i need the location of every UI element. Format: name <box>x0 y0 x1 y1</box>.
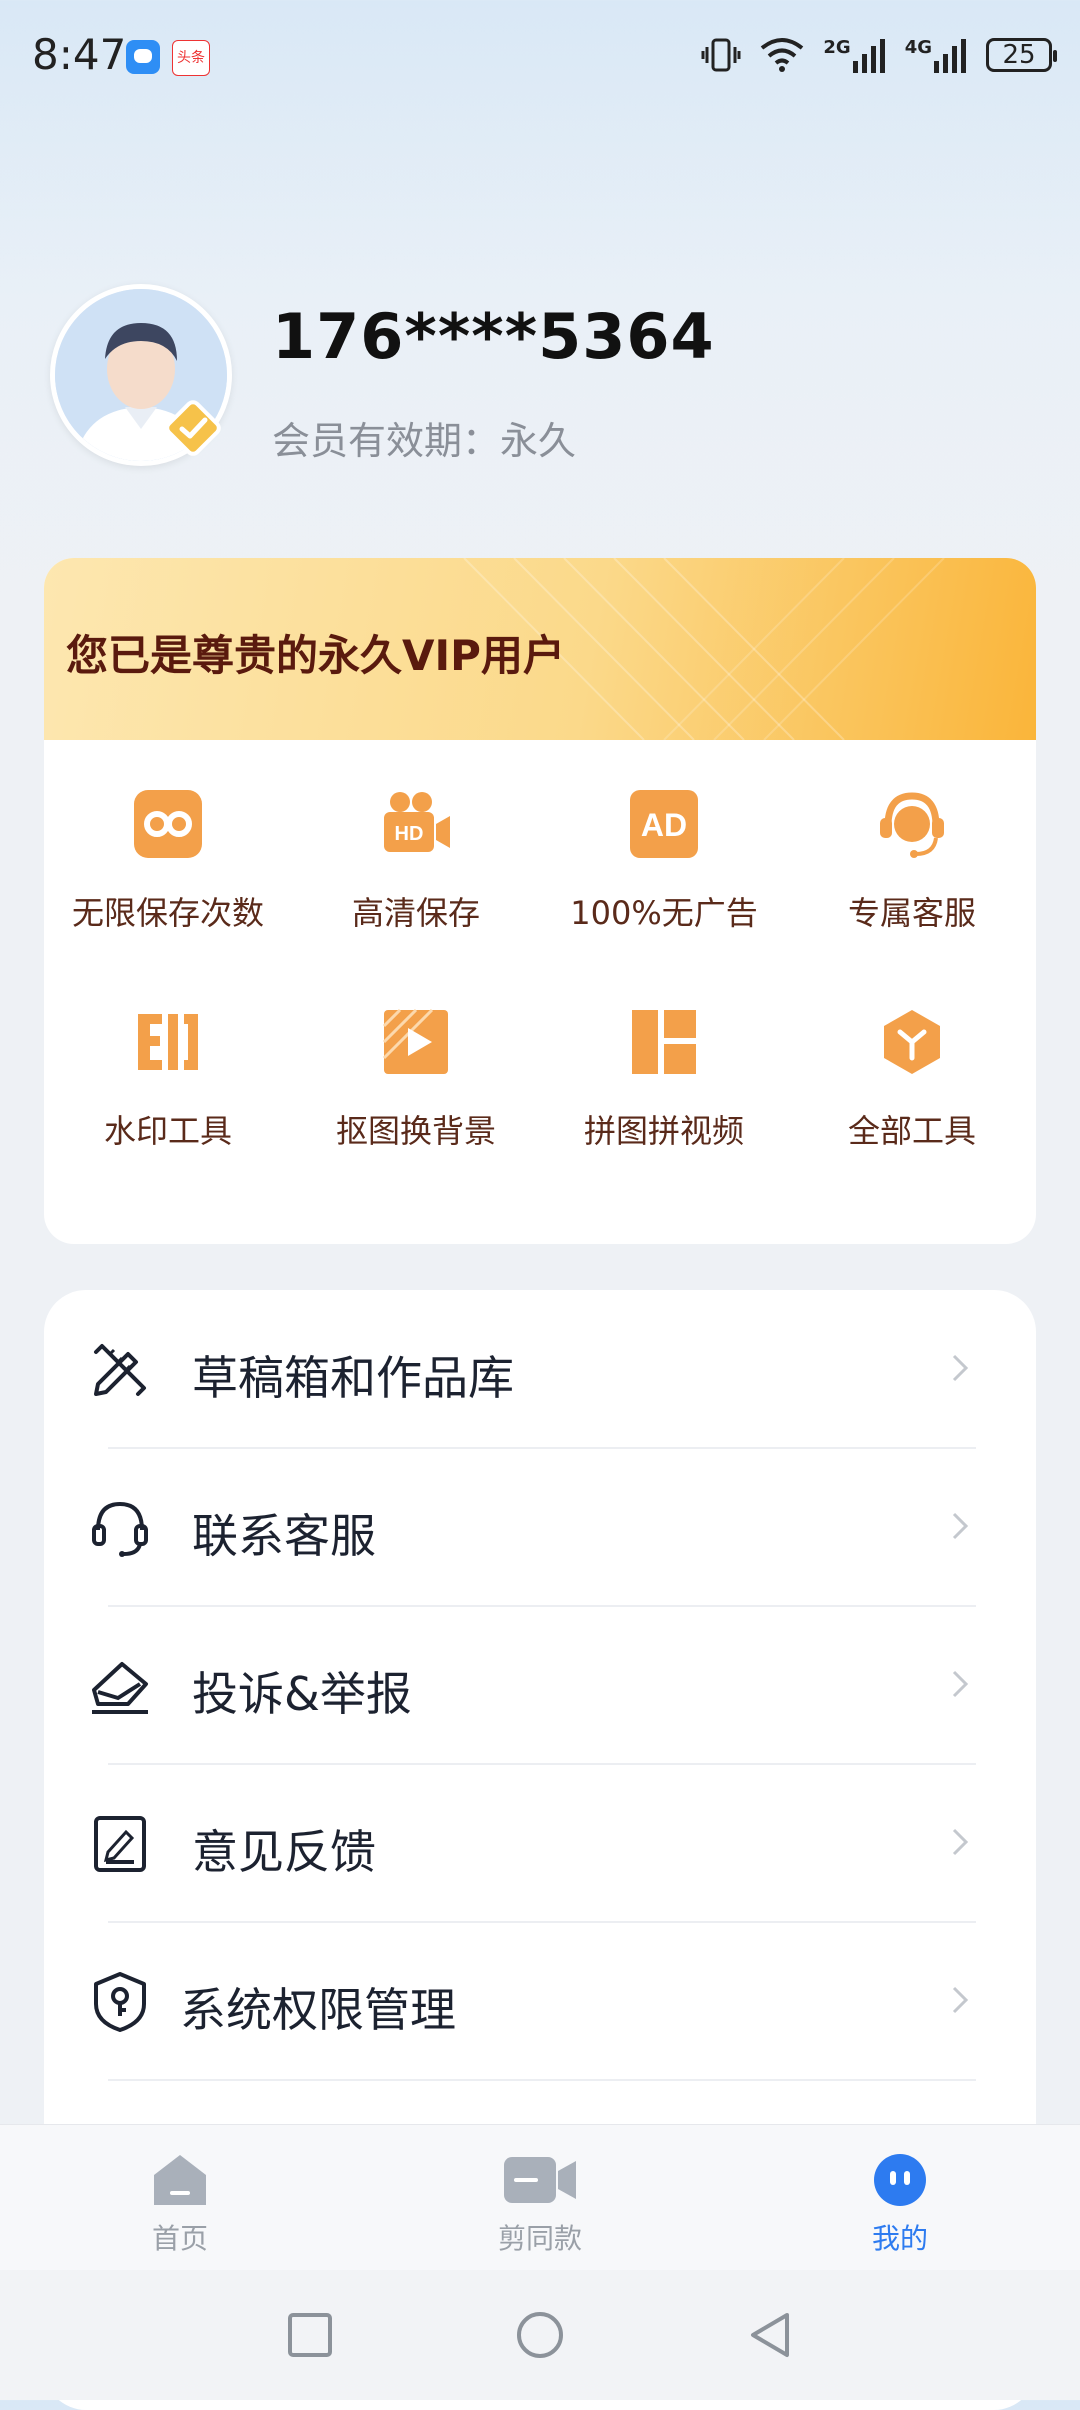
feature-label: 抠图换背景 <box>335 1112 496 1150</box>
headset-icon <box>92 1501 148 1557</box>
menu-item-contact-service[interactable]: 联系客服 <box>44 1448 1036 1606</box>
feature-label: 专属客服 <box>847 894 976 932</box>
watermark-icon <box>138 1014 198 1070</box>
system-nav-bar <box>0 2270 1080 2400</box>
status-time: 8:47 <box>32 30 127 79</box>
vip-benefits-card: 您已是尊贵的永久VIP用户 无限保存次数 HD 高清保存 AD 100%无广告 … <box>44 558 1036 1244</box>
collage-icon <box>632 1010 696 1074</box>
tab-label: 剪同款 <box>497 2222 582 2255</box>
message-notification-icon <box>126 40 160 74</box>
menu-item-feedback[interactable]: 意见反馈 <box>44 1764 1036 1922</box>
menu-item-label: 草稿箱和作品库 <box>192 1351 514 1405</box>
all-tools-icon <box>884 1010 940 1074</box>
feature-label: 无限保存次数 <box>71 894 264 932</box>
feature-all-tools[interactable]: 全部工具 <box>788 1006 1036 1152</box>
menu-item-drafts[interactable]: 草稿箱和作品库 <box>44 1290 1036 1448</box>
menu-item-label: 投诉&举报 <box>192 1667 412 1721</box>
menu-item-label: 系统权限管理 <box>180 1983 456 2037</box>
network-2g-label: 2G <box>823 37 851 58</box>
video-camera-icon <box>504 2157 576 2203</box>
tab-home[interactable]: 首页 <box>100 2153 260 2257</box>
signal-4g-icon <box>934 39 966 73</box>
feature-ad-free[interactable]: AD 100%无广告 <box>540 788 788 934</box>
vip-banner: 您已是尊贵的永久VIP用户 <box>44 558 1036 740</box>
user-phone: 176****5364 <box>272 300 715 373</box>
svg-text:AD: AD <box>641 807 687 843</box>
tab-label: 首页 <box>151 2222 208 2255</box>
feature-cutout-background[interactable]: 抠图换背景 <box>292 1006 540 1152</box>
chevron-right-icon <box>952 1512 969 1540</box>
vip-title: 您已是尊贵的永久VIP用户 <box>66 631 565 680</box>
divider <box>108 2079 976 2081</box>
svg-text:HD: HD <box>395 823 424 845</box>
infinity-icon <box>134 790 202 858</box>
news-notification-icon: 头条 <box>172 40 210 76</box>
back-button[interactable] <box>745 2310 795 2360</box>
feature-label: 高清保存 <box>351 894 480 932</box>
vibrate-icon <box>701 38 741 72</box>
status-bar: 8:47 头条 2G 4G 25 <box>0 0 1080 110</box>
feature-collage-video[interactable]: 拼图拼视频 <box>540 1006 788 1152</box>
tab-label: 我的 <box>871 2222 928 2255</box>
feature-watermark-tool[interactable]: 水印工具 <box>44 1006 292 1152</box>
home-button[interactable] <box>515 2310 565 2360</box>
chevron-right-icon <box>952 1828 969 1856</box>
chevron-right-icon <box>952 1670 969 1698</box>
verified-badge-icon <box>165 400 221 456</box>
battery-icon: 25 <box>986 38 1057 72</box>
cutout-icon <box>382 1008 448 1074</box>
home-icon <box>154 2155 206 2205</box>
menu-item-report[interactable]: 投诉&举报 <box>44 1606 1036 1764</box>
chevron-right-icon <box>952 1354 969 1382</box>
signal-2g-icon <box>852 39 885 73</box>
hd-camera-icon: HD <box>384 792 450 852</box>
feedback-edit-icon <box>94 1816 146 1872</box>
bottom-tab-bar: 首页 剪同款 我的 <box>0 2124 1080 2271</box>
feature-label: 拼图拼视频 <box>583 1112 744 1150</box>
feature-dedicated-service[interactable]: 专属客服 <box>788 788 1036 934</box>
report-envelope-icon <box>92 1662 148 1714</box>
chevron-right-icon <box>952 1986 969 2014</box>
profile-face-icon <box>874 2154 926 2206</box>
menu-item-label: 联系客服 <box>192 1509 376 1563</box>
headset-agent-icon <box>880 792 944 858</box>
membership-validity: 会员有效期：永久 <box>272 419 577 463</box>
pencil-ruler-icon <box>94 1344 146 1396</box>
tab-templates[interactable]: 剪同款 <box>460 2153 620 2257</box>
menu-item-permissions[interactable]: 系统权限管理 <box>44 1922 1036 2080</box>
network-4g-label: 4G <box>904 37 932 58</box>
feature-label: 100%无广告 <box>570 894 758 932</box>
wifi-icon <box>761 38 804 72</box>
feature-unlimited-save[interactable]: 无限保存次数 <box>44 788 292 934</box>
recent-apps-button[interactable] <box>285 2310 335 2360</box>
tab-profile[interactable]: 我的 <box>820 2153 980 2257</box>
feature-hd-save[interactable]: HD 高清保存 <box>292 788 540 934</box>
menu-item-label: 意见反馈 <box>192 1825 376 1879</box>
shield-key-icon <box>94 1972 146 2032</box>
feature-label: 全部工具 <box>847 1112 976 1150</box>
feature-label: 水印工具 <box>103 1112 232 1150</box>
ad-free-icon: AD <box>630 790 698 858</box>
